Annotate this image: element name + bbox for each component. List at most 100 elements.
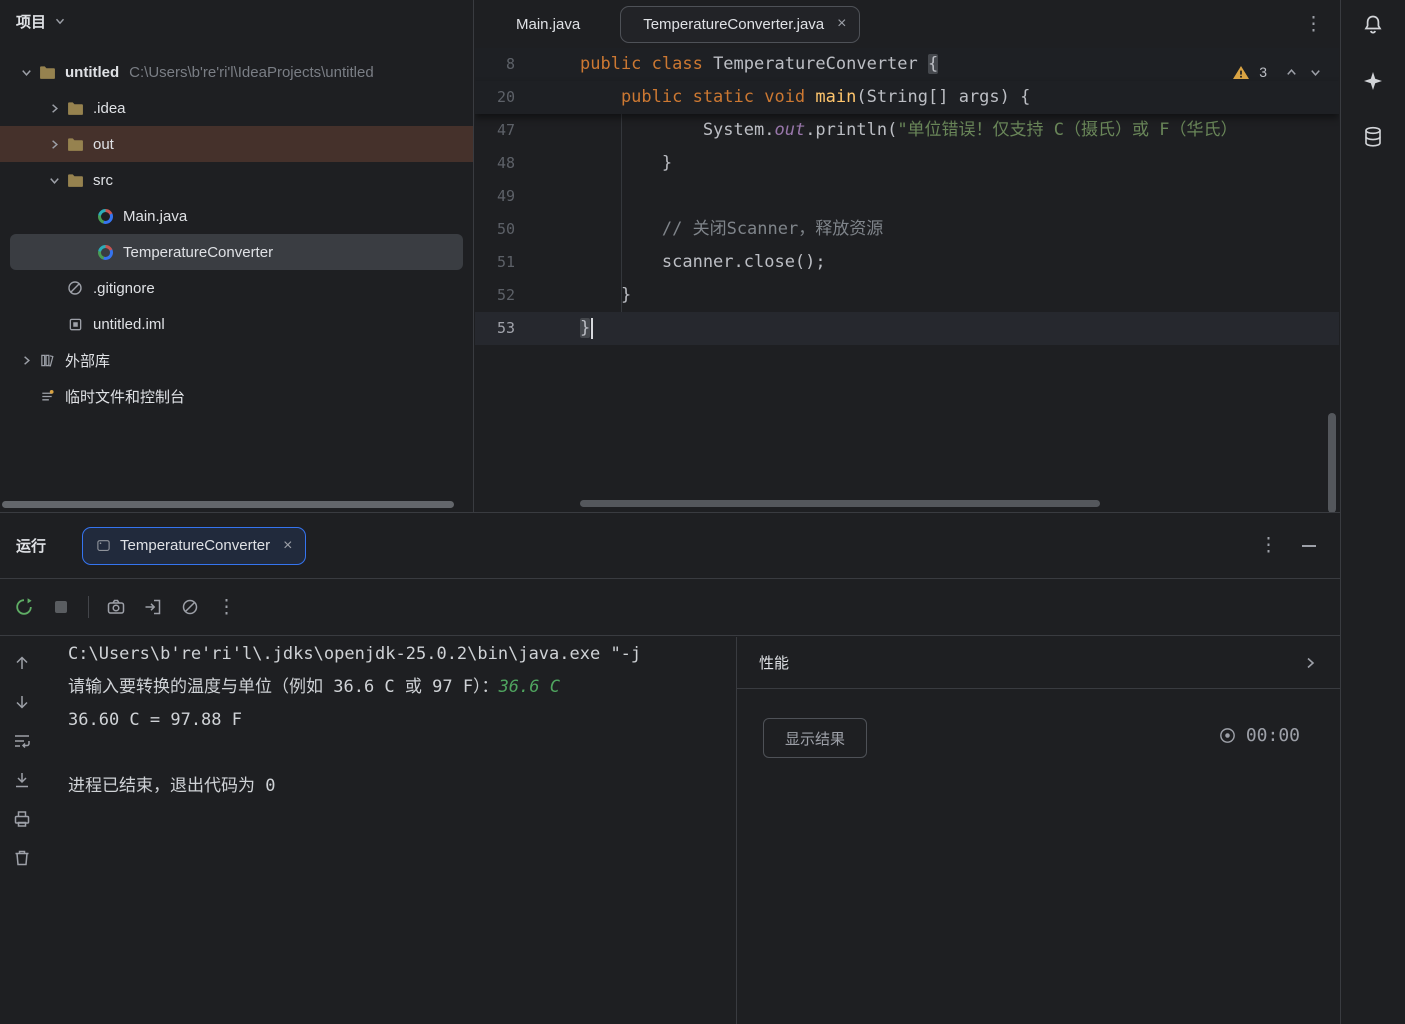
rerun-icon[interactable] [14,597,34,617]
performance-panel: 性能 显示结果 00:00 [737,637,1340,1024]
chevron-down-icon[interactable] [47,173,62,188]
code-token: // 关闭Scanner，释放资源 [662,219,883,239]
run-console-icon [96,538,111,553]
console-line: C:\Users\b're'ri'l\.jdks\openjdk-25.0.2\… [68,638,736,671]
code-line-52[interactable]: 52 } [475,279,1339,312]
code-token: scanner.close(); [662,252,826,272]
project-horizontal-scrollbar[interactable] [2,501,454,508]
ai-assistant-icon[interactable] [1360,68,1386,94]
code-token: main [815,87,856,107]
toolbar-separator [88,596,89,618]
tree-item-external-libraries[interactable]: 外部库 [0,342,473,378]
project-panel-title: 项目 [16,11,46,32]
console-line: 请输入要转换的温度与单位（例如 36.6 C 或 97 F）：36.6 C [68,671,736,704]
folder-icon [66,173,84,188]
right-tool-strip [1340,0,1405,1024]
java-class-icon [96,245,114,260]
project-root-path: C:\Users\b're'ri'l\IdeaProjects\untitled [129,64,374,81]
print-icon[interactable] [12,809,32,829]
run-tab-temperature-converter[interactable]: TemperatureConverter × [82,527,306,565]
tree-item-idea[interactable]: .idea [0,90,473,126]
java-class-icon [96,209,114,224]
code-token: .println( [805,120,897,140]
code-line-20[interactable]: 20 public static void main(String[] args… [475,81,1339,114]
tree-item-gitignore[interactable]: .gitignore [0,270,473,306]
chevron-down-icon[interactable] [1308,65,1323,80]
warning-count: 3 [1259,56,1267,89]
matched-brace: } [580,318,590,338]
performance-title: 性能 [759,652,789,673]
line-number: 51 [475,246,515,279]
code-line-47[interactable]: 47 System.out.println("单位错误！仅支持 C（摄氏）或 F… [475,114,1339,147]
line-number: 8 [475,48,515,81]
tree-item-scratches[interactable]: 临时文件和控制台 [0,378,473,414]
line-number: 50 [475,213,515,246]
console-line [68,737,736,770]
folder-icon [38,65,56,80]
code-token: public class [580,54,703,74]
stop-icon[interactable] [51,597,71,617]
notifications-bell-icon[interactable] [1360,12,1386,38]
run-options-menu-icon[interactable]: ⋮ [1259,534,1278,557]
chevron-right-icon[interactable] [19,353,34,368]
line-number: 47 [475,114,515,147]
import-icon[interactable] [143,597,163,617]
project-panel-header[interactable]: 项目 [0,0,473,42]
close-icon[interactable]: × [283,537,292,555]
folder-icon [66,137,84,152]
code-line-51[interactable]: 51 scanner.close(); [475,246,1339,279]
tree-item-main-java[interactable]: Main.java [0,198,473,234]
database-icon[interactable] [1360,124,1386,150]
folder-icon [66,101,84,116]
chevron-right-icon[interactable] [47,137,62,152]
editor-panel: Main.java TemperatureConverter.java × ⋮ … [475,0,1339,512]
console-output[interactable]: C:\Users\b're'ri'l\.jdks\openjdk-25.0.2\… [44,637,736,1024]
soft-wrap-icon[interactable] [12,731,32,751]
chevron-down-icon[interactable] [53,14,67,28]
console-prompt: 请输入要转换的温度与单位（例如 36.6 C 或 97 F）： [68,677,499,697]
editor-tab-bar: Main.java TemperatureConverter.java × ⋮ [475,0,1339,48]
chevron-up-icon[interactable] [1284,65,1299,80]
show-results-button[interactable]: 显示结果 [763,718,867,758]
tree-item-src[interactable]: src [0,162,473,198]
code-line-49[interactable]: 49 [475,180,1339,213]
arrow-down-icon[interactable] [12,692,32,712]
camera-snapshot-icon[interactable] [106,597,126,617]
tree-item-root-untitled[interactable]: untitled C:\Users\b're'ri'l\IdeaProjects… [0,54,473,90]
chevron-right-icon[interactable] [1302,655,1318,671]
scroll-to-end-icon[interactable] [12,770,32,790]
minimize-icon[interactable] [1302,545,1316,547]
code-line-53-current[interactable]: 53 } [475,312,1339,345]
code-token: } [621,285,631,305]
chevron-right-icon[interactable] [47,101,62,116]
performance-header[interactable]: 性能 [737,637,1340,689]
editor-vertical-scrollbar[interactable] [1328,413,1336,512]
code-line-50[interactable]: 50 // 关闭Scanner，释放资源 [475,213,1339,246]
line-number: 53 [475,312,515,345]
run-panel-header: 运行 TemperatureConverter × ⋮ [0,513,1340,579]
tree-item-untitled-iml[interactable]: untitled.iml [0,306,473,342]
trash-icon[interactable] [12,848,32,868]
inspections-widget[interactable]: 3 [1232,56,1323,89]
code-editor[interactable]: 3 8 public class TemperatureConverter { … [475,48,1339,512]
library-icon [38,353,56,368]
code-token: public static void [621,87,815,107]
code-token: (String[] args) { [856,87,1030,107]
chevron-down-icon[interactable] [19,65,34,80]
toolbar-more-icon[interactable]: ⋮ [217,596,236,619]
arrow-up-icon[interactable] [12,653,32,673]
tree-item-temperature-converter[interactable]: TemperatureConverter [10,234,463,270]
editor-tab-temperature-converter[interactable]: TemperatureConverter.java × [620,6,860,43]
code-line-8[interactable]: 8 public class TemperatureConverter { [475,48,1339,81]
editor-options-menu-icon[interactable]: ⋮ [1304,13,1323,36]
code-line-48[interactable]: 48 } [475,147,1339,180]
project-panel: 项目 untitled C:\Users\b're'ri'l\IdeaProje… [0,0,474,512]
clear-all-icon[interactable] [180,597,200,617]
console-user-input: 36.6 C [499,677,560,697]
editor-tab-main-java[interactable]: Main.java [497,16,590,33]
editor-horizontal-scrollbar[interactable] [580,500,1100,507]
tree-item-out[interactable]: out [0,126,473,162]
close-icon[interactable]: × [837,15,846,33]
project-tree: untitled C:\Users\b're'ri'l\IdeaProjects… [0,54,473,414]
code-token: out [774,120,805,140]
